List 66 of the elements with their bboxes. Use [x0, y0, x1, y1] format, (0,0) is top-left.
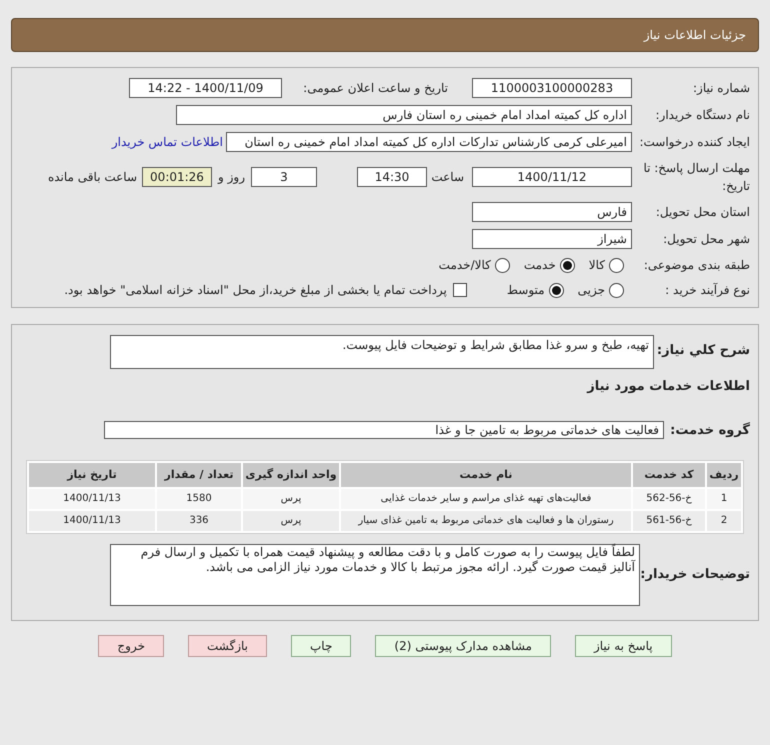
column-header: نام خدمت — [341, 463, 631, 487]
table-cell: پرس — [243, 511, 339, 531]
field-label: استان محل تحویل: — [654, 204, 750, 221]
radio-button[interactable] — [548, 282, 564, 298]
field-value: امیرعلی کرمی کارشناس تدارکات اداره کل کمیته امداد امام خمینی ره استان — [226, 132, 632, 152]
column-header: تاریخ نیاز — [29, 463, 155, 487]
field-label: ایجاد کننده درخواست: — [638, 134, 750, 151]
radio-label: متوسط — [506, 282, 545, 299]
page-title: جزئیات اطلاعات نیاز — [644, 27, 746, 44]
table-cell: پرس — [243, 489, 339, 509]
table-cell: 1400/11/13 — [29, 511, 155, 531]
field-label: شماره نیاز: — [692, 80, 750, 97]
remaining-label: ساعت باقی مانده — [48, 169, 138, 186]
radio-label: جزیی — [578, 282, 605, 299]
column-header: واحد اندازه گیری — [243, 463, 339, 487]
checkbox[interactable] — [452, 283, 467, 297]
table-cell: خ-56-561 — [633, 511, 705, 531]
section-heading: اطلاعات خدمات مورد نياز — [586, 378, 750, 396]
radio-label: کالا — [588, 257, 605, 274]
table-cell: 1400/11/13 — [29, 489, 155, 509]
field-label: توضیحات خریدار: — [640, 566, 750, 584]
field-label: نام دستگاه خریدار: — [654, 107, 750, 124]
countdown-value: 00:01:26 — [142, 167, 212, 187]
field-value: 14:30 — [357, 167, 427, 187]
table-cell: خ-56-562 — [633, 489, 705, 509]
radio-label: خدمت — [524, 257, 556, 274]
field-value: اداره کل کمیته امداد امام خمینی ره استان فارس — [176, 105, 632, 125]
table-cell: 2 — [707, 511, 741, 531]
radio-label: کالا/خدمت — [438, 257, 491, 274]
summary-box: تهیه، طبخ و سرو غذا مطابق شرایط و توضیحات فایل پیوست. — [110, 335, 654, 369]
field-label: شهر محل تحویل: — [662, 231, 750, 248]
table-cell: فعالیت‌های تهیه غذای مراسم و سایر خدمات غذایی — [341, 489, 631, 509]
action-button[interactable]: خروج — [98, 635, 164, 657]
action-button[interactable]: پاسخ به نیاز — [574, 635, 672, 657]
column-header: ردیف — [707, 463, 741, 487]
action-button[interactable]: مشاهده مدارک پیوستی (2) — [375, 635, 551, 657]
buyer-notes-box: لطفاً فایل پیوست را به صورت کامل و با دقت مطالعه و پیشنهاد قیمت همراه با تکمیل و ارسال فرم آنالیز قیمت صورت گیرد. ارائه مجوز مرتبط با کالا و خدمات مورد نیاز الزامی می باشد. — [110, 544, 640, 606]
column-header: تعداد / مقدار — [157, 463, 241, 487]
table-cell: 336 — [157, 511, 241, 531]
field-value: 1400/11/09 - 14:22 — [129, 78, 282, 98]
field-label: طبقه بندی موضوعی: — [642, 257, 750, 274]
radio-button[interactable] — [609, 258, 624, 272]
days-label: روز و — [216, 169, 246, 186]
checkbox-label: پرداخت تمام یا بخشی از مبلغ خرید،از محل "اسناد خزانه اسلامی" خواهد بود. — [64, 282, 447, 299]
radio-button[interactable] — [494, 258, 510, 272]
field-label: مهلت ارسال پاسخ: تا تاریخ: — [642, 160, 750, 195]
field-value: 3 — [251, 167, 317, 187]
action-button[interactable]: چاپ — [291, 635, 352, 657]
table-cell: 1 — [707, 489, 741, 509]
table-cell: 1580 — [157, 489, 241, 509]
field-label: نوع فرآیند خرید : — [664, 282, 750, 299]
field-label: گروه خدمت: — [669, 421, 750, 440]
field-value: 1400/11/12 — [472, 167, 632, 187]
field-value: شیراز — [472, 229, 632, 249]
time-label: ساعت — [430, 169, 465, 186]
column-header: کد خدمت — [633, 463, 705, 487]
radio-button[interactable] — [560, 258, 575, 272]
radio-button[interactable] — [609, 282, 624, 298]
table-cell: رستوران ها و فعالیت های خدماتی مربوط به تامین غذای سیار — [341, 511, 631, 531]
field-label: شرح کلي نياز: — [656, 342, 750, 360]
field-label: تاریخ و ساعت اعلان عمومی: — [302, 80, 448, 97]
field-value: فارس — [472, 202, 632, 222]
service-group-box: فعالیت های خدماتی مربوط به تامین جا و غذا — [104, 421, 664, 440]
field-value: 1100003100000283 — [472, 78, 632, 98]
buyer-contact-link[interactable]: اطلاعات تماس خریدار — [112, 133, 223, 151]
action-button[interactable]: بازگشت — [188, 635, 267, 657]
